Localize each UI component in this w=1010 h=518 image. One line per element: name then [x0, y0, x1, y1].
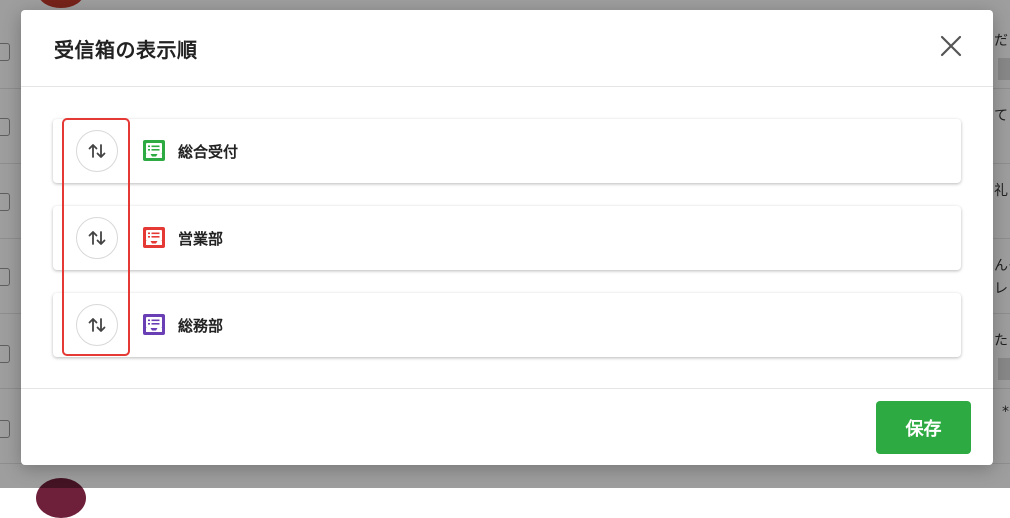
inbox-name: 総合受付 [178, 143, 239, 161]
close-button[interactable] [939, 34, 963, 58]
close-icon [940, 35, 962, 57]
inbox-row-general-affairs[interactable]: 総務部 [53, 293, 961, 357]
inbox-icon [143, 227, 165, 248]
inbox-icon [143, 140, 165, 161]
inbox-row-sales[interactable]: 営業部 [53, 206, 961, 270]
drag-handle[interactable] [76, 217, 118, 259]
dialog-title: 受信箱の表示順 [54, 38, 198, 62]
inbox-icon [143, 314, 165, 335]
swap-vertical-icon [88, 318, 106, 332]
dialog-footer: 保存 [21, 388, 993, 466]
inbox-row-general[interactable]: 総合受付 [53, 119, 961, 183]
swap-vertical-icon [88, 231, 106, 245]
inbox-order-dialog: 受信箱の表示順 総合受付 営業部 総務部 保存 [21, 10, 993, 465]
drag-handle[interactable] [76, 304, 118, 346]
swap-vertical-icon [88, 144, 106, 158]
save-button[interactable]: 保存 [876, 401, 971, 454]
inbox-name: 営業部 [178, 230, 224, 248]
drag-handle[interactable] [76, 130, 118, 172]
dialog-header: 受信箱の表示順 [21, 10, 993, 87]
inbox-name: 総務部 [178, 317, 224, 335]
